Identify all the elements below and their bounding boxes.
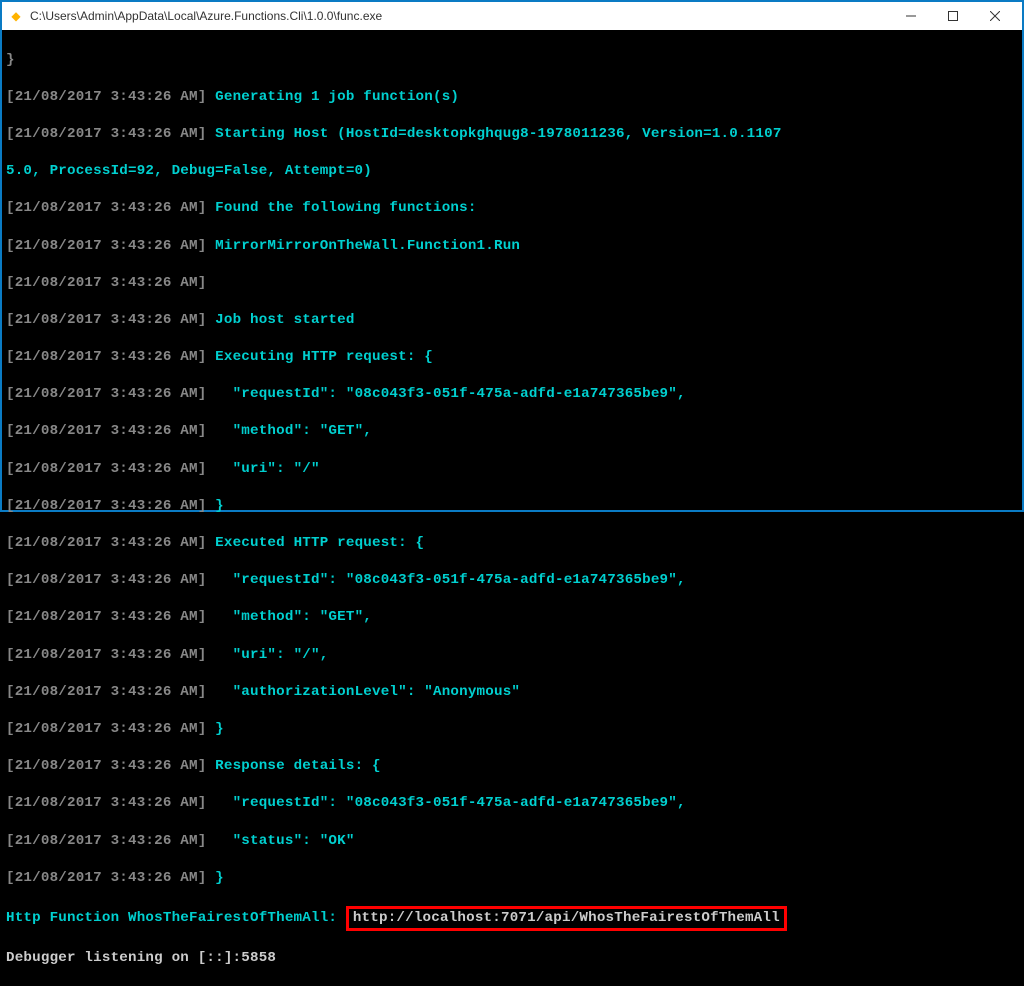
log-line: [21/08/2017 3:43:26 AM] Response details… — [6, 757, 1018, 776]
log-message: Executing HTTP request: { — [215, 349, 433, 365]
log-timestamp: [21/08/2017 3:43:26 AM] — [6, 275, 215, 291]
log-timestamp: [21/08/2017 3:43:26 AM] — [6, 721, 215, 737]
http-function-label: Http Function WhosTheFairestOfThemAll: — [6, 909, 346, 928]
log-message: Job host started — [215, 312, 354, 328]
function-url-highlight: http://localhost:7071/api/WhosTheFairest… — [346, 906, 787, 931]
terminal-output[interactable]: } [21/08/2017 3:43:26 AM] Generating 1 j… — [2, 30, 1022, 510]
log-timestamp: [21/08/2017 3:43:26 AM] — [6, 238, 215, 254]
log-line: 5.0, ProcessId=92, Debug=False, Attempt=… — [6, 162, 1018, 181]
maximize-button[interactable] — [932, 3, 974, 29]
close-button[interactable] — [974, 3, 1016, 29]
log-line: [21/08/2017 3:43:26 AM] "uri": "/" — [6, 460, 1018, 479]
window-titlebar: ◆ C:\Users\Admin\AppData\Local\Azure.Fun… — [2, 2, 1022, 30]
log-timestamp: [21/08/2017 3:43:26 AM] — [6, 833, 215, 849]
log-message: Response details: { — [215, 758, 381, 774]
log-timestamp: [21/08/2017 3:43:26 AM] — [6, 795, 215, 811]
log-line: [21/08/2017 3:43:26 AM] Job host started — [6, 311, 1018, 330]
log-message: "uri": "/", — [215, 647, 328, 663]
log-message: Generating 1 job function(s) — [215, 89, 459, 105]
log-message: Executed HTTP request: { — [215, 535, 424, 551]
log-timestamp: [21/08/2017 3:43:26 AM] — [6, 349, 215, 365]
log-timestamp: [21/08/2017 3:43:26 AM] — [6, 126, 215, 142]
maximize-icon — [948, 11, 958, 21]
log-line: [21/08/2017 3:43:26 AM] Executing HTTP r… — [6, 348, 1018, 367]
http-function-line: Http Function WhosTheFairestOfThemAll: h… — [6, 906, 1018, 931]
log-message: "method": "GET", — [215, 609, 372, 625]
log-line: [21/08/2017 3:43:26 AM] Found the follow… — [6, 199, 1018, 218]
log-message: "authorizationLevel": "Anonymous" — [215, 684, 520, 700]
app-icon: ◆ — [8, 8, 24, 24]
log-line: [21/08/2017 3:43:26 AM] } — [6, 869, 1018, 888]
log-timestamp: [21/08/2017 3:43:26 AM] — [6, 89, 215, 105]
log-brace: } — [215, 721, 224, 737]
log-timestamp: [21/08/2017 3:43:26 AM] — [6, 684, 215, 700]
log-message: Starting Host (HostId=desktopkghqug8-197… — [215, 126, 781, 142]
log-line: [21/08/2017 3:43:26 AM] "uri": "/", — [6, 646, 1018, 665]
log-line: [21/08/2017 3:43:26 AM] "requestId": "08… — [6, 385, 1018, 404]
log-line: } — [6, 51, 1018, 70]
log-timestamp: [21/08/2017 3:43:26 AM] — [6, 386, 215, 402]
minimize-button[interactable] — [890, 3, 932, 29]
log-timestamp: [21/08/2017 3:43:26 AM] — [6, 572, 215, 588]
log-timestamp: [21/08/2017 3:43:26 AM] — [6, 609, 215, 625]
log-message: "uri": "/" — [215, 461, 320, 477]
log-brace: } — [215, 870, 224, 886]
log-line: [21/08/2017 3:43:26 AM] Starting Host (H… — [6, 125, 1018, 144]
log-line: [21/08/2017 3:43:26 AM] "method": "GET", — [6, 422, 1018, 441]
log-message: "status": "OK" — [215, 833, 354, 849]
log-line: [21/08/2017 3:43:26 AM] "method": "GET", — [6, 608, 1018, 627]
log-brace: } — [215, 498, 224, 514]
log-timestamp: [21/08/2017 3:43:26 AM] — [6, 200, 215, 216]
log-timestamp: [21/08/2017 3:43:26 AM] — [6, 498, 215, 514]
log-timestamp: [21/08/2017 3:43:26 AM] — [6, 758, 215, 774]
log-timestamp: [21/08/2017 3:43:26 AM] — [6, 461, 215, 477]
log-timestamp: [21/08/2017 3:43:26 AM] — [6, 423, 215, 439]
log-timestamp: [21/08/2017 3:43:26 AM] — [6, 870, 215, 886]
function-url: http://localhost:7071/api/WhosTheFairest… — [353, 910, 780, 926]
log-line: [21/08/2017 3:43:26 AM] "authorizationLe… — [6, 683, 1018, 702]
log-message: "requestId": "08c043f3-051f-475a-adfd-e1… — [215, 795, 686, 811]
log-timestamp: [21/08/2017 3:43:26 AM] — [6, 535, 215, 551]
log-line: [21/08/2017 3:43:26 AM] Generating 1 job… — [6, 88, 1018, 107]
log-line: [21/08/2017 3:43:26 AM] } — [6, 720, 1018, 739]
log-line: [21/08/2017 3:43:26 AM] Executed HTTP re… — [6, 534, 1018, 553]
log-line: [21/08/2017 3:43:26 AM] "requestId": "08… — [6, 794, 1018, 813]
log-brace: } — [6, 52, 15, 68]
debugger-message: Debugger listening on [::]:5858 — [6, 950, 276, 966]
close-icon — [990, 11, 1000, 21]
log-timestamp: [21/08/2017 3:43:26 AM] — [6, 312, 215, 328]
log-message: MirrorMirrorOnTheWall.Function1.Run — [215, 238, 520, 254]
log-line: [21/08/2017 3:43:26 AM] "status": "OK" — [6, 832, 1018, 851]
window-title: C:\Users\Admin\AppData\Local\Azure.Funct… — [30, 9, 890, 23]
log-line: [21/08/2017 3:43:26 AM] — [6, 274, 1018, 293]
log-line: [21/08/2017 3:43:26 AM] MirrorMirrorOnTh… — [6, 237, 1018, 256]
minimize-icon — [906, 11, 916, 21]
log-timestamp: [21/08/2017 3:43:26 AM] — [6, 647, 215, 663]
log-message: 5.0, ProcessId=92, Debug=False, Attempt=… — [6, 163, 372, 179]
log-line: [21/08/2017 3:43:26 AM] } — [6, 497, 1018, 516]
log-message: Found the following functions: — [215, 200, 476, 216]
log-line: Debugger listening on [::]:5858 — [6, 949, 1018, 968]
log-line: [21/08/2017 3:43:26 AM] "requestId": "08… — [6, 571, 1018, 590]
log-message: "method": "GET", — [215, 423, 372, 439]
log-message: "requestId": "08c043f3-051f-475a-adfd-e1… — [215, 386, 686, 402]
log-message: "requestId": "08c043f3-051f-475a-adfd-e1… — [215, 572, 686, 588]
